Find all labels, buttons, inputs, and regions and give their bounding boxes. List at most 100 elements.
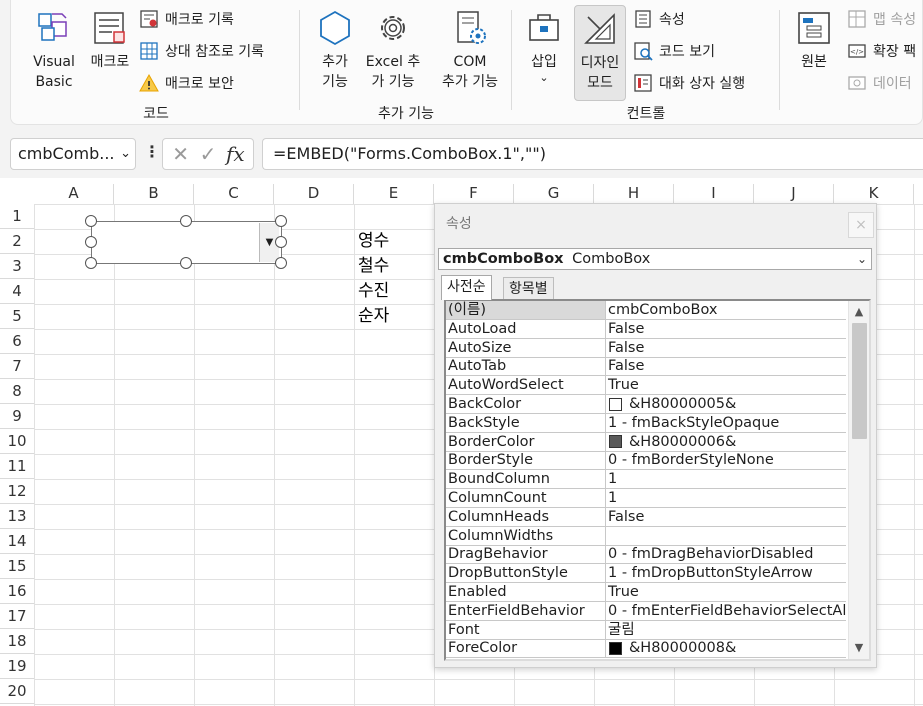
property-value[interactable]: 1 - fmBackStyleOpaque <box>606 414 846 433</box>
column-header[interactable]: H <box>594 184 674 204</box>
row-header[interactable]: 15 <box>0 554 34 579</box>
excel-addins-button[interactable]: Excel 추 가 기능 <box>363 8 423 92</box>
run-dialog-button[interactable]: 대화 상자 실행 <box>633 72 745 94</box>
formula-input[interactable]: =EMBED("Forms.ComboBox.1","") <box>262 138 923 170</box>
property-row[interactable]: DragBehavior 0 - fmDragBehaviorDisabled <box>446 545 846 565</box>
row-header[interactable]: 2 <box>0 229 34 254</box>
cell-e3[interactable]: 철수 <box>358 254 389 279</box>
row-header[interactable]: 11 <box>0 454 34 479</box>
column-header[interactable]: I <box>674 184 754 204</box>
row-header[interactable]: 8 <box>0 379 34 404</box>
addins-button[interactable]: 추가 기능 <box>315 8 355 92</box>
row-header[interactable]: 19 <box>0 654 34 679</box>
visual-basic-button[interactable]: Visual Basic <box>27 8 81 92</box>
macros-button[interactable]: 매크로 <box>85 8 135 72</box>
property-value[interactable]: &H80000008& <box>606 639 846 659</box>
row-header[interactable]: 18 <box>0 629 34 654</box>
resize-handle[interactable] <box>275 215 287 227</box>
insert-function-icon[interactable]: fx <box>223 142 247 166</box>
row-header[interactable]: 13 <box>0 504 34 529</box>
property-value[interactable]: False <box>606 320 846 339</box>
property-row[interactable]: BackColor &H80000005& <box>446 395 846 414</box>
property-row[interactable]: (이름) cmbComboBox <box>446 301 846 320</box>
property-row[interactable]: ColumnCount 1 <box>446 489 846 508</box>
property-value[interactable]: 0 - fmDragBehaviorDisabled <box>606 545 846 565</box>
property-row[interactable]: AutoTab False <box>446 357 846 377</box>
row-header[interactable]: 14 <box>0 529 34 554</box>
chevron-down-icon[interactable]: ⌄ <box>120 139 131 169</box>
xml-source-button[interactable]: 원본 <box>791 8 837 72</box>
property-value[interactable]: False <box>606 508 846 527</box>
row-header[interactable]: 12 <box>0 479 34 504</box>
property-row[interactable]: ForeColor &H80000008& <box>446 639 846 659</box>
column-header[interactable]: C <box>194 184 274 204</box>
relative-refs-button[interactable]: 상대 참조로 기록 <box>139 40 264 62</box>
scroll-up-icon[interactable]: ▲ <box>849 303 869 321</box>
property-row[interactable]: DropButtonStyle 1 - fmDropButtonStyleArro… <box>446 564 846 584</box>
property-value[interactable]: False <box>606 357 846 377</box>
property-value[interactable]: False <box>606 339 846 358</box>
scroll-down-icon[interactable]: ▼ <box>849 639 869 657</box>
column-header[interactable]: J <box>754 184 834 204</box>
name-box[interactable]: cmbComb... ⌄ <box>10 138 136 170</box>
row-header[interactable]: 9 <box>0 404 34 429</box>
column-header[interactable]: K <box>834 184 914 204</box>
properties-button[interactable]: 속성 <box>633 8 685 30</box>
column-header[interactable]: F <box>434 184 514 204</box>
property-value[interactable]: 0 - fmEnterFieldBehaviorSelectAll <box>606 602 846 621</box>
property-row[interactable]: EnterFieldBehavior 0 - fmEnterFieldBehavi… <box>446 601 846 621</box>
more-options-icon[interactable]: ⋮ <box>144 142 160 161</box>
cell-e4[interactable]: 수진 <box>358 279 389 304</box>
insert-button[interactable]: 삽입 ⌄ <box>523 8 565 84</box>
resize-handle[interactable] <box>85 236 97 248</box>
property-value[interactable]: 1 - fmDropButtonStyleArrow <box>606 564 846 584</box>
row-header[interactable]: 4 <box>0 279 34 304</box>
enter-icon[interactable]: ✓ <box>196 142 220 166</box>
cell-e2[interactable]: 영수 <box>358 229 389 254</box>
resize-handle[interactable] <box>275 257 287 269</box>
resize-handle[interactable] <box>275 236 287 248</box>
property-value[interactable]: True <box>606 376 846 396</box>
property-value[interactable]: True <box>606 583 846 602</box>
property-scrollbar[interactable]: ▲ ▼ <box>848 301 869 659</box>
refresh-data-button[interactable]: 데이터 <box>847 72 912 94</box>
property-row[interactable]: BackStyle 1 - fmBackStyleOpaque <box>446 413 846 433</box>
column-header[interactable]: E <box>354 184 434 204</box>
cell-e5[interactable]: 순자 <box>358 304 389 329</box>
close-icon[interactable]: × <box>848 212 874 238</box>
com-addins-button[interactable]: COM 추가 기능 <box>431 8 509 92</box>
property-row[interactable]: BorderColor &H80000006& <box>446 432 846 452</box>
row-header[interactable]: 6 <box>0 329 34 354</box>
resize-handle[interactable] <box>85 215 97 227</box>
map-properties-button[interactable]: 맵 속성 <box>847 8 916 30</box>
design-mode-button[interactable]: 디자인 모드 <box>574 5 626 101</box>
chevron-down-icon[interactable]: ⌄ <box>857 249 867 269</box>
property-value[interactable]: 굴림 <box>606 621 846 640</box>
column-header[interactable]: A <box>34 184 114 204</box>
property-row[interactable]: BorderStyle 0 - fmBorderStyleNone <box>446 451 846 471</box>
scroll-thumb[interactable] <box>852 323 867 439</box>
tab-alphabetic[interactable]: 사전순 <box>441 275 492 300</box>
cancel-icon[interactable]: ✕ <box>169 142 193 166</box>
column-header[interactable]: D <box>274 184 354 204</box>
tab-categorized[interactable]: 항목별 <box>503 277 554 299</box>
row-header[interactable]: 3 <box>0 254 34 279</box>
row-header[interactable]: 17 <box>0 604 34 629</box>
property-row[interactable]: Font 굴림 <box>446 620 846 640</box>
record-macro-button[interactable]: 매크로 기록 <box>139 8 234 30</box>
expansion-packs-button[interactable]: </> 확장 팩 <box>847 40 916 62</box>
property-value[interactable]: &H80000006& <box>606 433 846 452</box>
property-row[interactable]: ColumnWidths <box>446 526 846 546</box>
property-row[interactable]: AutoSize False <box>446 338 846 358</box>
row-header[interactable]: 1 <box>0 204 34 229</box>
row-header[interactable]: 10 <box>0 429 34 454</box>
property-row[interactable]: AutoLoad False <box>446 319 846 339</box>
row-header[interactable]: 16 <box>0 579 34 604</box>
row-header[interactable]: 5 <box>0 304 34 329</box>
macro-security-button[interactable]: 매크로 보안 <box>139 72 234 94</box>
resize-handle[interactable] <box>85 257 97 269</box>
resize-handle[interactable] <box>180 257 192 269</box>
property-value[interactable] <box>606 527 846 546</box>
resize-handle[interactable] <box>180 215 192 227</box>
column-header[interactable]: B <box>114 184 194 204</box>
